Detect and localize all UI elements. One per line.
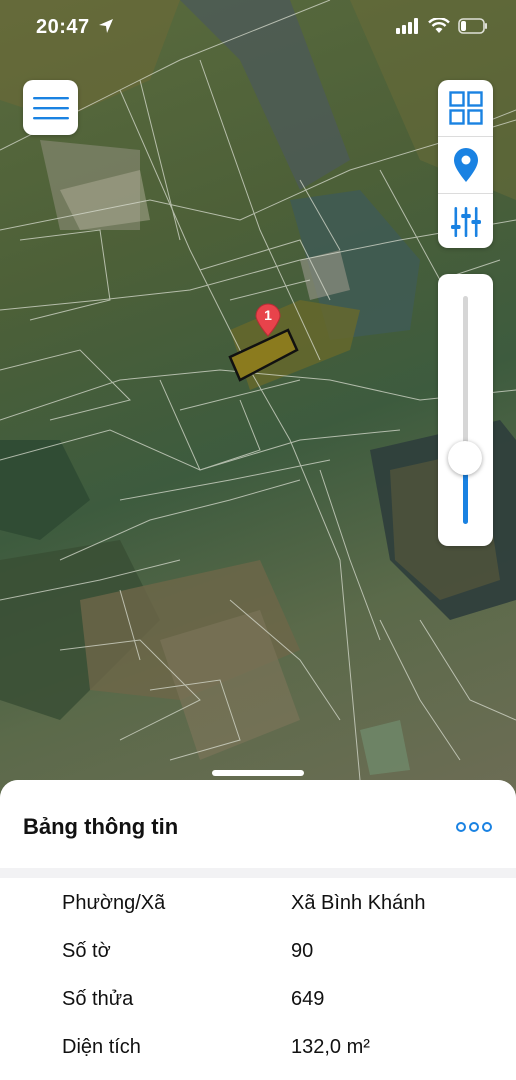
zoom-slider[interactable] [438,274,493,546]
info-label: Diện tích [62,1036,141,1058]
info-sheet-title: Bảng thông tin [23,814,179,839]
menu-button[interactable] [23,80,78,135]
battery-icon [458,18,487,34]
status-time: 20:47 [36,16,114,39]
wifi-icon [428,18,450,33]
info-value: 132,0 m² [291,1036,370,1058]
parcel-marker-label: 1 [264,307,272,323]
layers-button[interactable] [438,80,493,136]
hamburger-menu-icon [32,96,69,119]
location-arrow-icon [98,19,113,33]
info-row-parcel-number: Số thửa 649 [0,978,516,1018]
info-label: Phường/Xã [62,892,166,914]
cellular-signal-icon [396,18,418,34]
filter-button[interactable] [438,193,493,248]
my-location-button[interactable] [438,136,493,193]
info-label: Số thửa [62,988,134,1010]
sheet-drag-handle[interactable] [212,770,304,776]
more-options-button[interactable] [456,820,492,832]
info-value: Xã Bình Khánh [291,892,426,914]
info-row-ward: Phường/Xã Xã Bình Khánh [0,882,516,922]
info-label: Số tờ [62,940,111,962]
info-row-area: Diện tích 132,0 m² [0,1026,516,1066]
grid-layers-icon [448,91,483,125]
info-sheet: Bảng thông tin Phường/Xã Xã Bình Khánh S… [0,780,516,1080]
zoom-track[interactable] [463,296,468,524]
info-sheet-header: Bảng thông tin [0,780,516,868]
zoom-slider-thumb[interactable] [448,441,482,475]
info-row-sheet-number: Số tờ 90 [0,930,516,970]
info-value: 649 [291,988,325,1010]
status-bar: 20:47 [0,0,516,58]
info-list: Phường/Xã Xã Bình Khánh Số tờ 90 Số thửa… [0,878,516,1080]
location-pin-icon [453,148,478,182]
map-tools-panel [438,80,493,248]
more-dots-icon [456,822,492,832]
info-value: 90 [291,940,314,962]
sliders-icon [450,207,481,237]
